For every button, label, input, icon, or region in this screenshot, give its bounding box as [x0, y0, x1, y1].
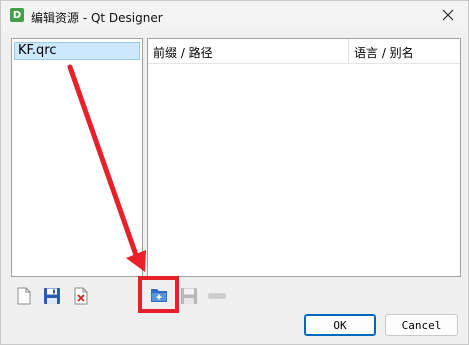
- resource-tree-header: 前缀 / 路径 语言 / 别名: [148, 39, 460, 64]
- resource-file-item[interactable]: KF.qrc: [14, 42, 140, 60]
- title-bar: D 编辑资源 - Qt Designer: [1, 1, 468, 31]
- remove-file-icon: [74, 287, 88, 305]
- resource-file-list[interactable]: KF.qrc: [11, 38, 143, 277]
- remove-resource-file-button[interactable]: [71, 286, 91, 306]
- close-button[interactable]: [433, 3, 463, 27]
- save-file-icon: [44, 288, 60, 304]
- edit-resources-dialog: D 编辑资源 - Qt Designer KF.qrc 前缀 / 路径 语言 /…: [0, 0, 469, 345]
- new-file-icon: [17, 287, 31, 305]
- remove-icon: [208, 293, 226, 299]
- add-prefix-button[interactable]: [149, 285, 169, 305]
- ok-button[interactable]: OK: [304, 314, 376, 336]
- add-files-icon: [181, 288, 197, 304]
- cancel-button[interactable]: Cancel: [385, 314, 458, 336]
- remove-button[interactable]: [207, 286, 227, 306]
- add-files-button[interactable]: [179, 286, 199, 306]
- close-icon: [442, 9, 454, 21]
- save-resource-file-button[interactable]: [42, 286, 62, 306]
- column-header-language-alias[interactable]: 语言 / 别名: [354, 44, 414, 61]
- window-title: 编辑资源 - Qt Designer: [31, 11, 163, 25]
- column-header-prefix-path[interactable]: 前缀 / 路径: [153, 44, 213, 61]
- resource-tree[interactable]: 前缀 / 路径 语言 / 别名: [147, 38, 461, 277]
- app-icon-letter: D: [12, 9, 22, 21]
- new-resource-file-button[interactable]: [14, 286, 34, 306]
- qt-designer-app-icon: D: [10, 8, 24, 22]
- column-divider: [348, 39, 349, 63]
- add-prefix-icon: [151, 289, 167, 302]
